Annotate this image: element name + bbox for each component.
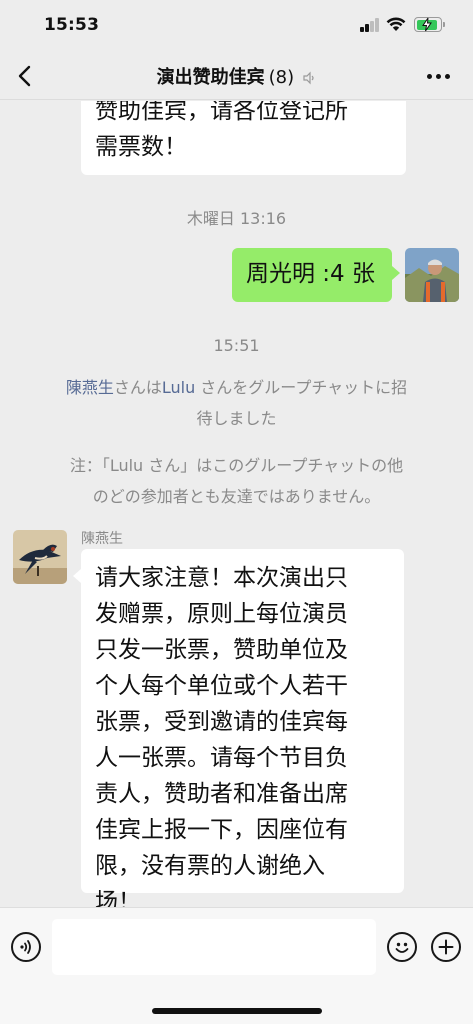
message-bubble[interactable]: 请大家注意！本次演出只 发赠票，原则上每位演员 只发一张票，赞助单位及 个人每个… (73, 549, 404, 907)
message-line: 责人，赞助者和准备出席 (95, 781, 348, 807)
message-line: 场！ (95, 889, 141, 907)
message-line: 人一张票。请每个节目负 (95, 745, 348, 771)
message-text: 周光明 :4 张 (246, 261, 376, 287)
message-line: 请大家注意！本次演出只 (95, 565, 348, 591)
status-time: 15:53 (44, 15, 100, 35)
plus-glyph (438, 939, 454, 955)
message-line: 佳宾上报一下，因座位有 (95, 817, 348, 843)
input-bar (0, 907, 473, 1024)
my-avatar[interactable] (405, 248, 459, 302)
system-text: さんをグループチャットに招 (195, 378, 408, 397)
avatar-photo (13, 530, 67, 584)
battery-cap (443, 22, 445, 27)
system-text: 待しました (196, 409, 277, 428)
chat-area[interactable]: 赞助佳宾，请各位登记所 需票数！ 木曜日 13:16 周光明 :4 张 15:5… (0, 101, 473, 907)
chat-title: 演出赞助佳宾 (156, 67, 265, 88)
message-line: 赞助佳宾，请各位登记所 (95, 101, 348, 124)
header-title[interactable]: 演出赞助佳宾 (8) (0, 63, 473, 89)
avatar-photo (405, 248, 459, 302)
sender-avatar[interactable] (13, 530, 67, 584)
invitee-link[interactable]: Lulu (162, 378, 195, 397)
timestamp: 15:51 (213, 336, 260, 355)
more-icon[interactable] (424, 72, 454, 82)
mute-icon (303, 71, 314, 85)
system-text: のどの参加者とも友達ではありません。 (92, 487, 381, 506)
member-count: (8) (268, 67, 295, 88)
chat-header: 演出赞助佳宾 (8) (0, 52, 473, 100)
charging-bolt-icon (422, 17, 432, 32)
plus-icon[interactable] (431, 932, 461, 962)
voice-glyph (20, 940, 31, 954)
message-line: 需票数！ (95, 134, 187, 160)
signal-icon (360, 18, 380, 32)
message-line: 张票，受到邀请的佳宾每 (95, 709, 348, 735)
outgoing-message-bubble[interactable]: 周光明 :4 张 (232, 248, 400, 302)
wifi-icon (386, 17, 406, 31)
voice-icon[interactable] (11, 932, 41, 962)
timestamp: 木曜日 13:16 (186, 209, 287, 228)
emoji-glyph (395, 942, 409, 953)
message-input[interactable] (52, 919, 376, 975)
message-line: 发赠票，原则上每位演员 (95, 601, 348, 627)
message-line: 只发一张票，赞助单位及 (95, 637, 348, 663)
system-message-note: 注：「Lulu さん」はこのグループチャットの他 のどの参加者とも友達ではありま… (30, 450, 443, 512)
message-line: 限，没有票的人谢绝入 (95, 853, 325, 879)
inviter-link[interactable]: 陳燕生 (66, 378, 114, 397)
emoji-icon[interactable] (387, 932, 417, 962)
system-message-invite: 陳燕生さんはLulu さんをグループチャットに招 待しました (30, 372, 443, 434)
system-text: さんは (113, 378, 162, 397)
status-bar: 15:53 (0, 0, 473, 52)
home-indicator[interactable] (152, 1008, 322, 1014)
system-text: 注：「Lulu さん」はこのグループチャットの他 (69, 456, 404, 475)
message-bubble[interactable]: 赞助佳宾，请各位登记所 需票数！ (81, 101, 406, 175)
message-line: 个人每个单位或个人若干 (95, 673, 348, 699)
sender-name: 陳燕生 (81, 531, 123, 547)
